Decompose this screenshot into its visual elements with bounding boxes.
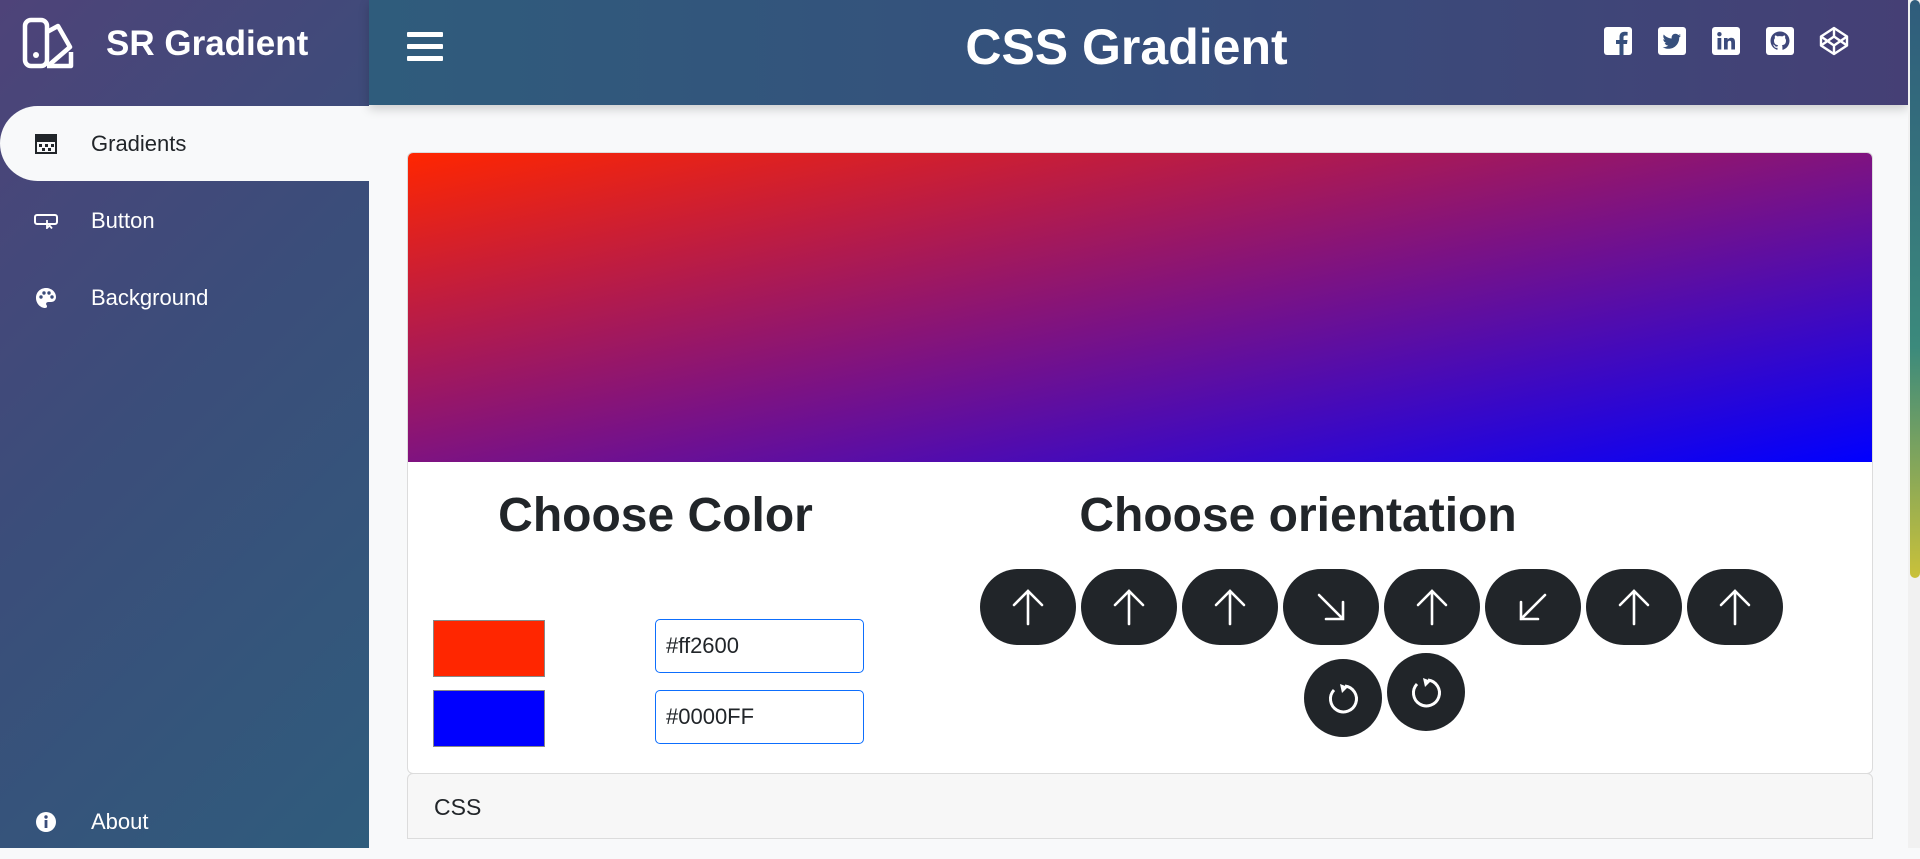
brand[interactable]: SR Gradient — [22, 16, 308, 72]
arrow-up-icon — [1719, 589, 1751, 626]
button-icon — [33, 208, 59, 234]
arrow-down-right-icon — [1317, 593, 1345, 621]
sidebar-item-label: Background — [91, 284, 209, 310]
sidebar-item-button[interactable]: Button — [0, 183, 369, 258]
swatchbook-icon — [22, 17, 74, 69]
sidebar: SR Gradient Gradients Button Background … — [0, 0, 369, 848]
linkedin-icon[interactable] — [1711, 26, 1741, 56]
color-hex-input-1[interactable] — [655, 619, 864, 673]
color-picker-2[interactable] — [433, 690, 545, 747]
color-picker-1[interactable] — [433, 620, 545, 677]
arrow-down-left-icon — [1519, 593, 1547, 621]
arrow-up-icon — [1113, 589, 1145, 626]
orientation-buttons — [980, 569, 1788, 645]
arrow-up-icon — [1214, 589, 1246, 626]
orientation-button[interactable] — [1586, 569, 1682, 645]
css-output-header: CSS — [407, 773, 1873, 839]
sidebar-item-label: About — [91, 808, 149, 834]
orientation-button[interactable] — [1384, 569, 1480, 645]
github-icon[interactable] — [1765, 26, 1795, 56]
gradient-icon — [33, 131, 59, 157]
page-scrollbar[interactable] — [1908, 0, 1920, 848]
arrow-up-icon — [1618, 589, 1650, 626]
scrollbar-thumb[interactable] — [1910, 0, 1920, 578]
orientation-button-bottom-left[interactable] — [1485, 569, 1581, 645]
arrow-up-icon — [1012, 589, 1044, 626]
rotate-icon — [1412, 678, 1441, 708]
orientation-button[interactable] — [1081, 569, 1177, 645]
orientation-button[interactable] — [980, 569, 1076, 645]
social-links — [1603, 26, 1873, 56]
gradient-preview — [408, 153, 1872, 462]
twitter-icon[interactable] — [1657, 26, 1687, 56]
choose-color-heading: Choose Color — [498, 489, 813, 542]
codepen-icon[interactable] — [1819, 26, 1849, 56]
orientation-button[interactable] — [1182, 569, 1278, 645]
choose-orientation-heading: Choose orientation — [1079, 489, 1517, 542]
sidebar-item-label: Button — [91, 207, 155, 233]
rotate-button-1[interactable] — [1304, 659, 1382, 737]
gradient-card: Choose Color Choose orientation — [407, 152, 1873, 774]
brand-name: SR Gradient — [106, 24, 309, 63]
css-section-label: CSS — [434, 794, 482, 820]
orientation-button[interactable] — [1687, 569, 1783, 645]
sidebar-item-background[interactable]: Background — [0, 260, 369, 335]
color-hex-input-2[interactable] — [655, 690, 864, 744]
top-navbar: CSS Gradient — [369, 0, 1908, 105]
palette-icon — [33, 285, 59, 311]
rotate-button-2[interactable] — [1387, 653, 1465, 731]
info-icon — [33, 809, 59, 835]
sidebar-item-gradients[interactable]: Gradients — [0, 106, 369, 181]
rotate-icon — [1329, 684, 1358, 714]
orientation-button-bottom-right[interactable] — [1283, 569, 1379, 645]
arrow-up-icon — [1416, 589, 1448, 626]
sidebar-item-label: Gradients — [91, 130, 187, 156]
facebook-icon[interactable] — [1603, 26, 1633, 56]
